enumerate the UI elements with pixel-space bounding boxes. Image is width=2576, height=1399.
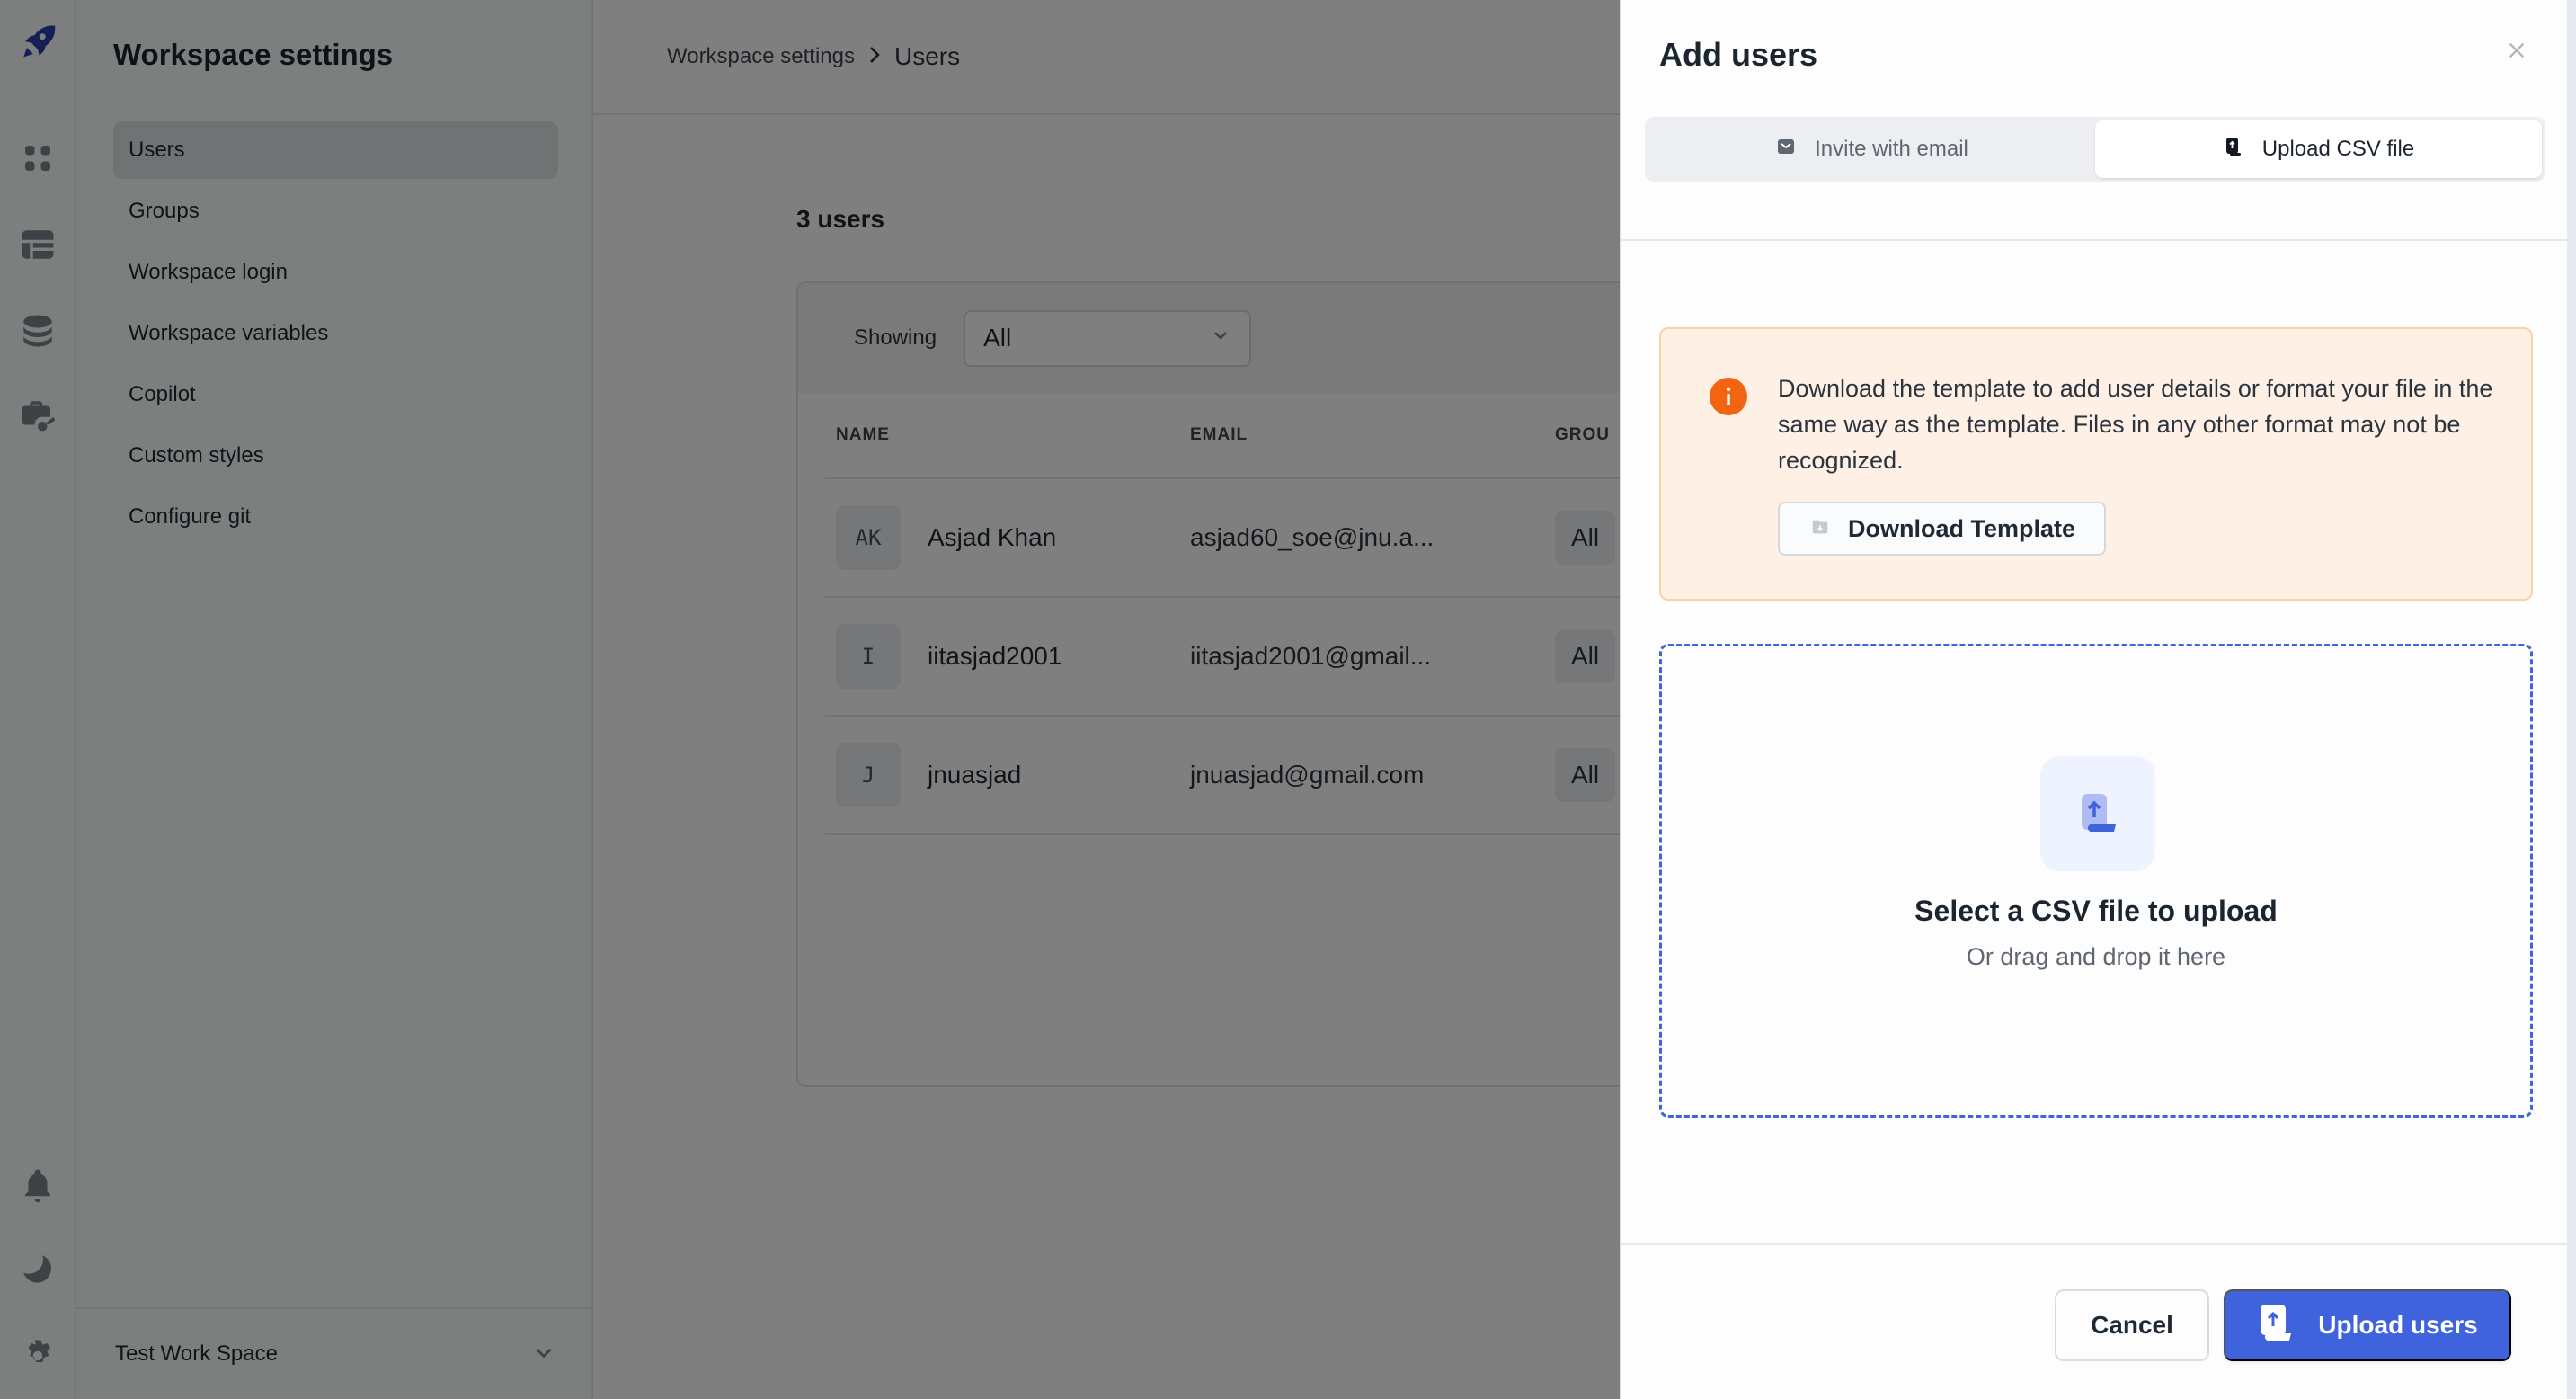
tab-upload-csv-file[interactable]: Upload CSV file — [2095, 120, 2542, 178]
modal-backdrop[interactable] — [0, 0, 1620, 1399]
add-users-drawer: Add users Invite with email Upload CSV f… — [1620, 0, 2569, 1399]
tab-invite-with-email[interactable]: Invite with email — [1648, 120, 2095, 178]
info-icon — [1710, 378, 1747, 415]
tab-label: Upload CSV file — [2261, 137, 2415, 161]
csv-dropzone[interactable]: Select a CSV file to upload Or drag and … — [1659, 644, 2533, 1118]
divider — [1621, 239, 2569, 241]
template-info-banner: Download the template to add user detail… — [1659, 327, 2533, 601]
scrollbar[interactable] — [2567, 0, 2576, 1399]
upload-users-button[interactable]: Upload users — [2224, 1289, 2511, 1361]
tab-label: Invite with email — [1815, 137, 1968, 161]
file-upload-icon — [2257, 1303, 2293, 1349]
cancel-button[interactable]: Cancel — [2055, 1289, 2209, 1361]
file-upload-icon — [2040, 756, 2155, 871]
upload-users-label: Upload users — [2318, 1311, 2478, 1339]
add-method-tabs: Invite with email Upload CSV file — [1645, 117, 2545, 182]
mail-icon — [1775, 136, 1797, 164]
folder-download-icon — [1810, 515, 1830, 543]
divider — [1621, 1243, 2569, 1245]
download-template-label: Download Template — [1848, 514, 2076, 542]
download-template-button[interactable]: Download Template — [1778, 502, 2107, 556]
close-icon — [2507, 40, 2527, 65]
dropzone-subtitle: Or drag and drop it here — [1966, 943, 2226, 970]
dropzone-title: Select a CSV file to upload — [1914, 895, 2278, 927]
close-button[interactable] — [2500, 36, 2533, 68]
info-message: Download the template to add user detail… — [1778, 375, 2493, 474]
drawer-title: Add users — [1659, 36, 1818, 73]
file-upload-icon — [2223, 136, 2244, 164]
